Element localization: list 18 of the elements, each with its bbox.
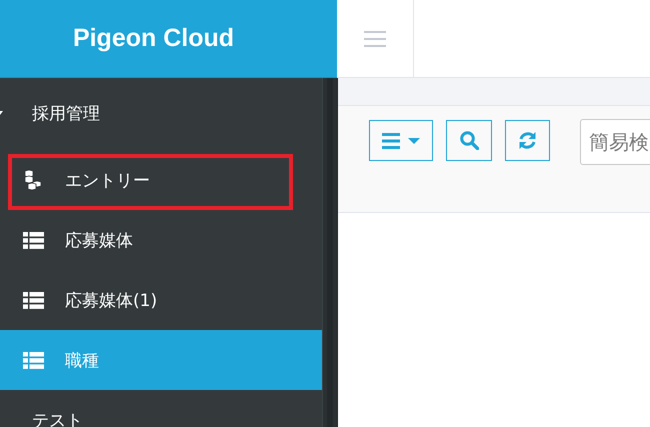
- menu-caret-icon: [382, 132, 420, 148]
- sidebar-item[interactable]: エントリー: [0, 150, 322, 210]
- quick-search-field[interactable]: 簡易検: [580, 119, 650, 165]
- menu-icon[interactable]: [364, 30, 386, 48]
- search-button[interactable]: [446, 120, 492, 161]
- table-list-icon: [23, 352, 44, 368]
- brand-logo-text: Pigeon Cloud: [72, 24, 234, 53]
- sidebar-item[interactable]: 応募媒体(1): [0, 270, 322, 330]
- menu-dropdown-button[interactable]: [369, 120, 433, 161]
- menu-group-heading[interactable]: 採用管理: [32, 102, 100, 124]
- scrollbar[interactable]: [322, 78, 337, 427]
- table-list-icon: [23, 232, 44, 248]
- table-list-icon: [23, 292, 44, 308]
- cubes-icon: [23, 170, 44, 190]
- refresh-button[interactable]: [505, 120, 550, 161]
- refresh-icon: [518, 131, 537, 150]
- sidebar-item[interactable]: 応募媒体: [0, 210, 322, 270]
- search-icon: [460, 131, 478, 150]
